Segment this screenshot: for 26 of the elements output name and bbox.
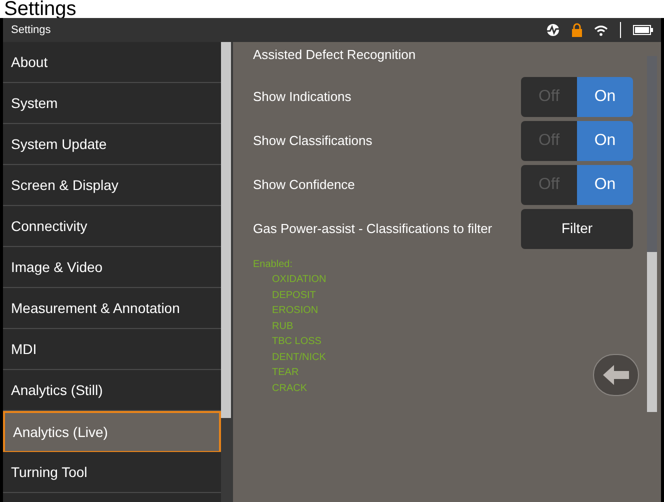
setting-label: Show Indications bbox=[253, 88, 352, 106]
scrollbar-thumb[interactable] bbox=[221, 42, 231, 418]
activity-icon bbox=[546, 23, 560, 37]
lock-icon bbox=[572, 23, 582, 37]
classification-item: DENT/NICK bbox=[271, 350, 327, 364]
window-title: Settings bbox=[11, 22, 51, 38]
classification-item: DEPOSIT bbox=[271, 288, 317, 302]
section-heading: Assisted Defect Recognition bbox=[253, 46, 417, 64]
setting-label: Show Confidence bbox=[253, 176, 355, 194]
classification-item: CRACK bbox=[271, 382, 308, 396]
page-heading: Settings bbox=[4, 0, 76, 18]
back-button[interactable] bbox=[593, 354, 639, 396]
classification-item: RUB bbox=[271, 320, 294, 334]
enabled-label: Enabled: bbox=[253, 258, 294, 272]
classification-item: OXIDATION bbox=[271, 273, 328, 287]
setting-label: Show Classifications bbox=[253, 132, 372, 150]
classification-item: EROSION bbox=[271, 304, 320, 318]
scrollbar-thumb[interactable] bbox=[647, 252, 657, 412]
classification-item: TEAR bbox=[271, 366, 300, 380]
wifi-icon bbox=[594, 24, 608, 36]
sidebar-item[interactable]: Analytics (Live) bbox=[3, 411, 221, 452]
setting-label: Gas Power-assist - Classifications to filter bbox=[253, 220, 492, 238]
classification-item: TBC LOSS bbox=[271, 335, 322, 349]
battery-icon bbox=[633, 25, 653, 35]
arrow-left-icon bbox=[603, 365, 629, 385]
filter-button[interactable]: Filter bbox=[521, 208, 633, 248]
